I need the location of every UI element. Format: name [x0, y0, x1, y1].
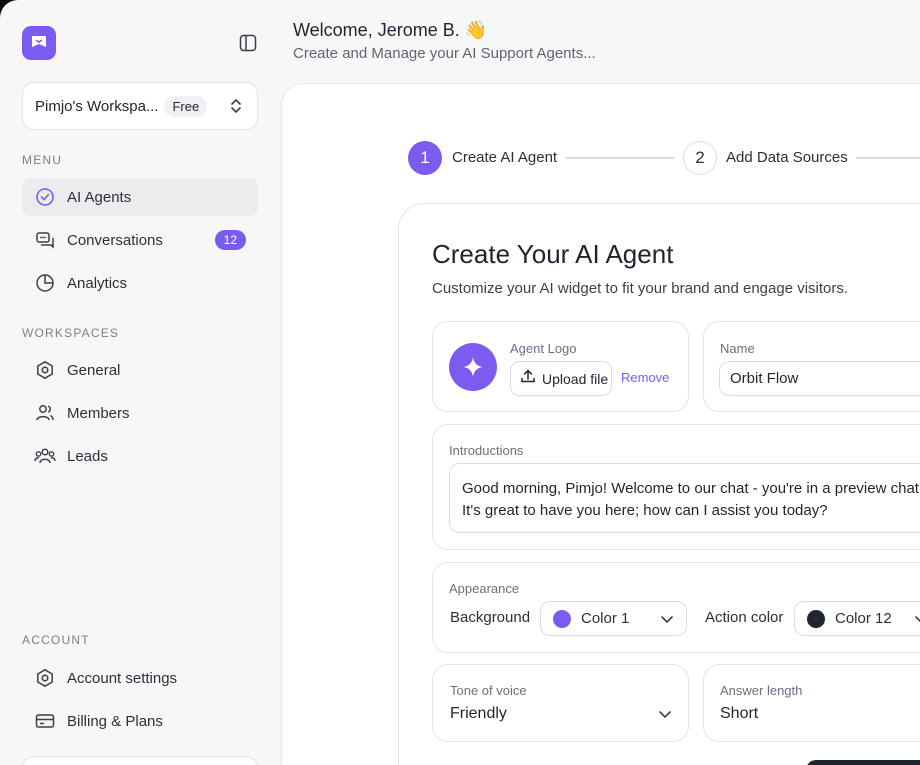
- agent-logo-label: Agent Logo: [510, 341, 577, 356]
- users-icon: [34, 402, 56, 424]
- sidebar-item-conversations[interactable]: Conversations 12: [22, 221, 258, 259]
- chevron-down-icon: [660, 614, 674, 624]
- sidebar-item-label: Analytics: [67, 274, 128, 292]
- step-connector: [566, 157, 674, 159]
- sidebar-user-card[interactable]: [22, 756, 258, 765]
- tone-of-voice-value: Friendly: [450, 705, 507, 722]
- sidebar-item-account-settings[interactable]: Account settings: [22, 659, 258, 697]
- background-label: Background: [450, 609, 531, 626]
- check-circle-icon: [34, 186, 56, 208]
- action-color-label: Action color: [705, 609, 784, 626]
- step-connector: [856, 157, 920, 159]
- upload-icon: [520, 368, 536, 389]
- welcome-subtitle: Create and Manage your AI Support Agents…: [293, 45, 596, 62]
- conversations-count-badge: 12: [214, 230, 246, 250]
- workspace-switcher[interactable]: Pimjo's Workspa... Free: [22, 82, 258, 130]
- sidebar-toggle-icon[interactable]: [238, 33, 258, 53]
- sidebar: Pimjo's Workspa... Free MENU AI Agents C…: [0, 0, 280, 765]
- account-section-label: ACCOUNT: [22, 633, 90, 647]
- step-2-label[interactable]: Add Data Sources: [726, 149, 848, 166]
- answer-length-value: Short: [720, 705, 759, 722]
- form-title: Create Your AI Agent: [432, 239, 674, 269]
- sidebar-item-label: Account settings: [67, 669, 178, 687]
- introductions-textarea[interactable]: Good morning, Pimjo! Welcome to our chat…: [449, 463, 920, 533]
- plan-badge: Free: [164, 95, 208, 117]
- tone-of-voice-select[interactable]: Friendly: [450, 705, 672, 723]
- pie-chart-icon: [34, 272, 56, 294]
- remove-logo-link[interactable]: Remove: [621, 370, 669, 385]
- introductions-label: Introductions: [449, 443, 524, 458]
- answer-length-label: Answer length: [720, 683, 803, 698]
- tone-of-voice-label: Tone of voice: [450, 683, 527, 698]
- hexagon-settings-icon: [34, 667, 56, 689]
- upload-file-label: Upload file: [542, 370, 609, 387]
- agent-name-input[interactable]: [719, 361, 920, 396]
- answer-length-select[interactable]: Short: [720, 705, 920, 723]
- sidebar-item-label: Leads: [67, 447, 108, 465]
- step-1-indicator[interactable]: 1: [408, 141, 442, 175]
- sidebar-item-label: Conversations: [67, 231, 163, 249]
- background-swatch: [553, 609, 571, 628]
- step-2-indicator[interactable]: 2: [683, 141, 717, 175]
- appearance-label: Appearance: [449, 581, 520, 596]
- hexagon-settings-icon: [34, 359, 56, 381]
- background-color-value: Color 1: [581, 610, 630, 627]
- upload-file-button[interactable]: Upload file: [510, 361, 612, 396]
- sidebar-item-members[interactable]: Members: [22, 394, 258, 432]
- action-color-value: Color 12: [835, 610, 892, 627]
- tone-of-voice-field: [432, 664, 689, 742]
- app-window: Pimjo's Workspa... Free MENU AI Agents C…: [0, 0, 920, 765]
- workspaces-section-label: WORKSPACES: [22, 326, 120, 340]
- sidebar-item-label: Billing & Plans: [67, 712, 163, 730]
- background-color-select[interactable]: Color 1: [540, 601, 687, 636]
- sidebar-item-ai-agents[interactable]: AI Agents: [22, 178, 258, 216]
- step-1-label[interactable]: Create AI Agent: [452, 149, 557, 166]
- action-color-swatch: [807, 609, 825, 628]
- group-icon: [34, 445, 56, 467]
- chevron-down-icon: [914, 614, 920, 624]
- sidebar-item-general[interactable]: General: [22, 351, 258, 389]
- sidebar-item-label: Members: [67, 404, 130, 422]
- chevron-updown-icon: [229, 96, 245, 116]
- sidebar-item-label: General: [67, 361, 121, 379]
- sidebar-item-billing[interactable]: Billing & Plans: [22, 702, 258, 740]
- menu-section-label: MENU: [22, 153, 63, 167]
- sparkle-icon: [449, 343, 497, 391]
- answer-length-field: [703, 664, 920, 742]
- sidebar-item-analytics[interactable]: Analytics: [22, 264, 258, 302]
- chevron-down-icon: [658, 709, 672, 719]
- app-logo-icon[interactable]: [22, 26, 56, 60]
- sidebar-item-label: AI Agents: [67, 188, 132, 206]
- workspace-name: Pimjo's Workspa...: [35, 97, 159, 115]
- credit-card-icon: [34, 710, 56, 732]
- continue-button[interactable]: [806, 760, 920, 765]
- action-color-select[interactable]: Color 12: [794, 601, 920, 636]
- sidebar-item-leads[interactable]: Leads: [22, 437, 258, 475]
- chat-bubbles-icon: [34, 229, 56, 251]
- name-label: Name: [720, 341, 755, 356]
- welcome-heading: Welcome, Jerome B. 👋: [293, 20, 488, 40]
- form-description: Customize your AI widget to fit your bra…: [432, 280, 849, 297]
